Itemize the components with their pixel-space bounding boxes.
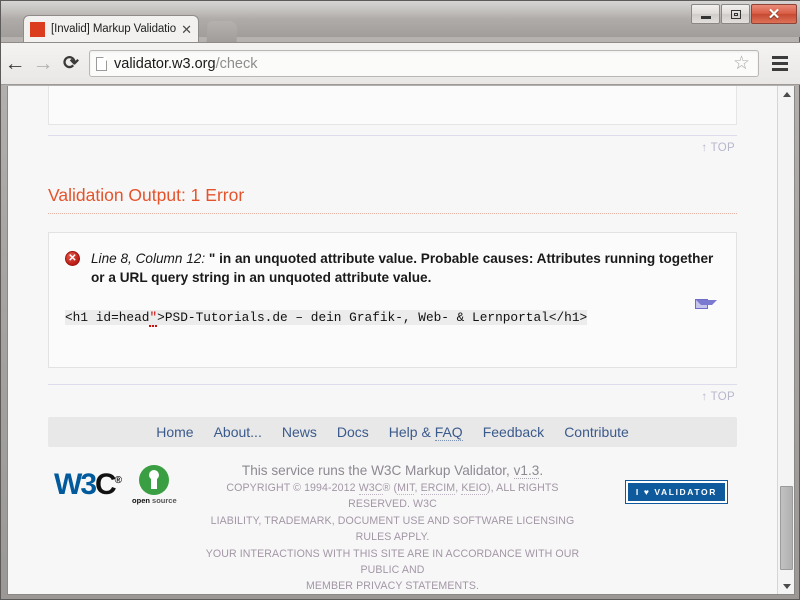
browser-tab[interactable]: [Invalid] Markup Validatio ✕ xyxy=(23,15,199,42)
footer-logos: W3C® open source xyxy=(54,465,177,505)
tab-title: [Invalid] Markup Validatio xyxy=(51,23,177,35)
nav-link-home[interactable]: Home xyxy=(156,424,193,440)
browser-viewport: ↑ TOP Validation Output: 1 Error ✕ Line 8… xyxy=(7,86,795,595)
hamburger-icon-bar xyxy=(772,68,788,71)
code-before: <h1 id=head xyxy=(65,309,150,325)
legal-line-2: LIABILITY, TRADEMARK, DOCUMENT USE AND S… xyxy=(210,514,575,544)
footer-version-link[interactable]: v1.3 xyxy=(513,463,540,479)
browser-menu-button[interactable] xyxy=(765,50,795,78)
open-source-open: open xyxy=(132,496,150,505)
w3c-logo-c: C xyxy=(95,468,117,501)
chevron-up-icon xyxy=(782,92,791,97)
chevron-down-icon xyxy=(782,584,791,589)
back-button[interactable]: ← xyxy=(1,50,29,78)
legal-line-4: MEMBER PRIVACY STATEMENTS. xyxy=(305,580,480,593)
nav-link-contribute[interactable]: Contribute xyxy=(564,424,629,440)
legal-sep-1: , xyxy=(414,482,421,494)
reload-icon: ⟳ xyxy=(63,53,79,74)
web-page: ↑ TOP Validation Output: 1 Error ✕ Line 8… xyxy=(8,86,777,594)
open-source-source: source xyxy=(149,496,177,505)
previous-section-box xyxy=(48,86,737,125)
footer-legal: COPYRIGHT © 1994-2012 W3C® (MIT, ERCIM, … xyxy=(198,480,587,594)
nav-faq-abbr: FAQ xyxy=(434,424,463,441)
legal-line-3: YOUR INTERACTIONS WITH THIS SITE ARE IN … xyxy=(205,547,580,577)
browser-window: ✕ [Invalid] Markup Validatio ✕ ← → ⟳ val… xyxy=(0,0,800,600)
nav-link-news[interactable]: News xyxy=(282,424,317,440)
new-tab-button[interactable] xyxy=(206,21,238,42)
legal-ercim-link[interactable]: ERCIM xyxy=(420,482,456,495)
page-info-icon[interactable] xyxy=(96,56,107,71)
url-path: /check xyxy=(215,55,258,72)
error-message: ✕ Line 8, Column 12: " in an unquoted att… xyxy=(65,249,720,288)
page-title: Validation Output: 1 Error xyxy=(48,185,737,214)
w3c-logo-registered: ® xyxy=(114,475,123,486)
open-source-label: open source xyxy=(132,496,177,505)
reload-button[interactable]: ⟳ xyxy=(57,50,85,78)
tab-close-icon[interactable]: ✕ xyxy=(181,23,192,36)
validator-badge[interactable]: I ♥ VALIDATOR xyxy=(624,480,729,504)
hamburger-icon-bar xyxy=(772,62,788,65)
error-separator: : xyxy=(201,251,206,266)
browser-toolbar: ← → ⟳ validator.w3.org/check ☆ xyxy=(1,42,800,85)
error-box: ✕ Line 8, Column 12: " in an unquoted att… xyxy=(48,232,737,368)
arrow-left-icon: ← xyxy=(4,52,26,75)
error-location: Line 8, Column 12 xyxy=(91,251,202,266)
code-after: >PSD-Tutorials.de – dein Grafik-, Web- &… xyxy=(157,309,588,325)
footer-lead: This service runs the W3C Markup Validat… xyxy=(198,463,587,479)
section-divider-lower xyxy=(48,384,737,385)
error-circle-icon: ✕ xyxy=(65,251,80,266)
tab-strip: [Invalid] Markup Validatio ✕ xyxy=(1,15,800,42)
footer-lead-before: This service runs the W3C Markup Validat… xyxy=(241,463,514,478)
nav-link-help-faq[interactable]: Help & FAQ xyxy=(388,424,463,441)
legal-w3c-link[interactable]: W3C xyxy=(358,482,383,495)
page-content: ↑ TOP Validation Output: 1 Error ✕ Line 8… xyxy=(8,86,777,592)
w3c-logo[interactable]: W3C® xyxy=(54,470,122,500)
forward-button[interactable]: → xyxy=(29,50,57,78)
nav-link-docs[interactable]: Docs xyxy=(337,424,369,440)
top-link-lower[interactable]: ↑ TOP xyxy=(48,389,737,403)
open-source-keyhole-icon xyxy=(139,465,170,495)
page-footer: W3C® open source This service runs the W… xyxy=(48,463,737,592)
open-source-logo[interactable]: open source xyxy=(132,465,177,505)
scrollbar-thumb[interactable] xyxy=(780,486,793,570)
url-host: validator.w3.org xyxy=(114,55,216,72)
page-favicon-icon xyxy=(30,21,45,37)
nav-link-feedback[interactable]: Feedback xyxy=(483,424,544,440)
w3c-logo-w3: W3 xyxy=(54,468,97,501)
nav-link-about[interactable]: About... xyxy=(214,424,262,440)
legal-mit-link[interactable]: MIT xyxy=(397,482,415,495)
scroll-down-button[interactable] xyxy=(778,578,794,594)
address-bar[interactable]: validator.w3.org/check ☆ xyxy=(89,50,759,77)
envelope-icon[interactable] xyxy=(695,299,717,309)
vertical-scrollbar[interactable] xyxy=(777,86,794,594)
bookmark-star-icon[interactable]: ☆ xyxy=(733,54,750,73)
url-text: validator.w3.org/check xyxy=(114,56,733,72)
top-link-upper[interactable]: ↑ TOP xyxy=(48,140,737,154)
error-code-snippet: <h1 id=head">PSD-Tutorials.de – dein Gra… xyxy=(65,309,720,327)
nav-help-text: Help & xyxy=(388,424,435,440)
footer-navigation: Home About... News Docs Help & FAQ Feedb… xyxy=(48,417,737,447)
legal-copyright-a: COPYRIGHT © 1994-2012 xyxy=(226,482,359,494)
arrow-right-icon: → xyxy=(32,52,54,75)
scroll-up-button[interactable] xyxy=(778,86,794,103)
legal-keio-link[interactable]: KEIO xyxy=(461,482,488,495)
legal-copyright-b: ® ( xyxy=(382,482,398,494)
section-divider xyxy=(48,135,737,136)
footer-lead-after: . xyxy=(539,463,544,478)
hamburger-icon-bar xyxy=(772,56,788,59)
